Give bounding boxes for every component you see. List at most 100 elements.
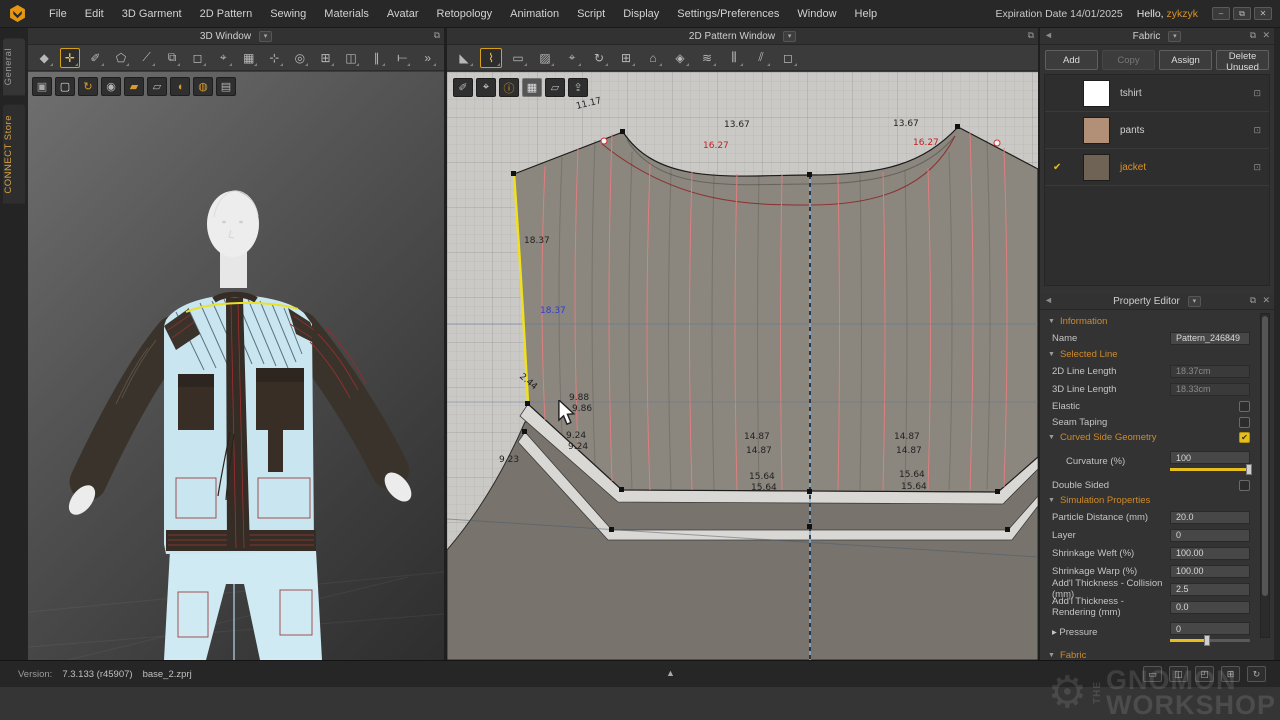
show-fabric-texture-icon[interactable]: ▰ [124,77,144,96]
checkbox-double-sided[interactable] [1239,480,1250,491]
layout-quad-icon[interactable]: ⊞ [1221,666,1240,682]
3d-window-titlebar[interactable]: 3D Window ▾ ⧉ [28,28,444,45]
2d-window-dropdown-icon[interactable]: ▾ [783,31,796,42]
3d-viewport[interactable]: ▣▢↻◉▰▱◖◍▤ [28,72,444,660]
assign-fabric-button[interactable]: Assign [1159,50,1212,70]
show-grid-icon[interactable]: ▦ [522,78,542,97]
gizmo-tool[interactable]: ◆ [34,48,55,68]
menu-display[interactable]: Display [614,0,668,28]
menu-3d-garment[interactable]: 3D Garment [113,0,191,28]
layout-avatar-icon[interactable]: ◰ [1195,666,1214,682]
scrollbar-thumb[interactable] [1262,316,1268,596]
2d-window-popout-icon[interactable]: ⧉ [1028,30,1034,41]
grid-tool[interactable]: ▦ [239,48,260,68]
fabric-close-icon[interactable]: ✕ [1262,30,1270,41]
minimize-button[interactable]: – [1212,7,1230,20]
sewing-edit-tool[interactable]: ⬠ [111,48,132,68]
show-fabric-mesh-icon[interactable]: ▱ [147,77,167,96]
menu-file[interactable]: File [40,0,76,28]
pattern-pin-icon[interactable]: ⌖ [476,78,496,97]
export-icon[interactable]: ⇪ [568,78,588,97]
close-button[interactable]: ✕ [1254,7,1272,20]
section-curved-side-geometry[interactable]: ▼Curved Side Geometry✔ [1040,430,1274,445]
stitch-tool[interactable]: ⊹ [264,48,285,68]
menu-2d-pattern[interactable]: 2D Pattern [191,0,262,28]
measure-tool[interactable]: ⟝ [392,48,413,68]
cut-and-sew-tool[interactable]: ⫽ [750,48,772,68]
hanger-tool[interactable]: ∥ [366,48,387,68]
restore-button[interactable]: ⧉ [1233,7,1251,20]
info-icon[interactable]: ⓘ [499,78,519,97]
slider-track-pressure[interactable] [1170,639,1250,642]
grading-tool[interactable]: ⊞ [615,48,637,68]
pen-3d-tool[interactable]: ✐ [85,48,106,68]
slider-handle[interactable] [1246,464,1252,475]
avatar-tool[interactable]: ⌖ [213,48,234,68]
2d-window-titlebar[interactable]: 2D Pattern Window ▾ ⧉ [447,28,1038,45]
more-tools[interactable]: » [417,48,438,68]
rotate-pattern-tool[interactable]: ↻ [588,48,610,68]
segment-sewing-tool[interactable]: ◈ [669,48,691,68]
transform-pattern-tool[interactable]: ◣ [453,48,475,68]
property-editor-close-icon[interactable]: ✕ [1262,295,1270,306]
iron-tool[interactable]: ⌂ [642,48,664,68]
property-editor-titlebar[interactable]: ◄ Property Editor ▾ ⧉ ✕ [1040,293,1274,310]
texture-edit-icon[interactable]: ✐ [453,78,473,97]
menu-script[interactable]: Script [568,0,614,28]
property-editor-popout-icon[interactable]: ⧉ [1250,295,1256,306]
menu-window[interactable]: Window [788,0,845,28]
fold-tool[interactable]: ◫ [341,48,362,68]
polygon-tool[interactable]: ▭ [507,48,529,68]
pin-icon[interactable]: ◄ [1044,295,1053,305]
show-garment-fit-icon[interactable]: ▢ [55,77,75,96]
section-simulation-properties[interactable]: ▼Simulation Properties [1040,493,1274,508]
delete-unused-fabric-button[interactable]: Delete Unused [1216,50,1269,70]
value-input-add-l-thickness-collision-mm[interactable]: 2.5 [1170,583,1250,596]
fabric-dropdown-icon[interactable]: ▾ [1168,31,1181,42]
checkbox-curved-side-geometry[interactable]: ✔ [1239,432,1250,443]
rotate-avatar-icon[interactable]: ↻ [78,77,98,96]
layout-reset-icon[interactable]: ↻ [1247,666,1266,682]
checkbox-elastic[interactable] [1239,401,1250,412]
show-pattern-tool[interactable]: ◻ [187,48,208,68]
property-editor-dropdown-icon[interactable]: ▾ [1188,296,1201,307]
menu-sewing[interactable]: Sewing [261,0,315,28]
menu-avatar[interactable]: Avatar [378,0,428,28]
show-avatar-skin-icon[interactable]: ◖ [170,77,190,96]
3d-window-dropdown-icon[interactable]: ▾ [259,31,272,42]
show-garment-tool[interactable]: ◻ [777,48,799,68]
fabric-item-jacket[interactable]: ✔jacket⊡ [1045,149,1269,186]
steam-tool[interactable]: ◎ [290,48,311,68]
fabric-save-icon[interactable]: ⊡ [1253,162,1261,173]
layout-split-icon[interactable]: ◫ [1169,666,1188,682]
menu-settings-preferences[interactable]: Settings/Preferences [668,0,788,28]
fabric-popout-icon[interactable]: ⧉ [1250,30,1256,41]
menu-edit[interactable]: Edit [76,0,113,28]
tape-measure-icon[interactable]: ▤ [216,77,236,96]
2d-pattern-canvas[interactable]: ✐⌖ⓘ▦▱⇪ 11.1713.6713.6716.2716.2718.3718.… [447,72,1038,660]
edit-pattern-tool[interactable]: ⌇ [480,48,502,68]
slider-handle[interactable] [1204,635,1210,646]
checkbox-seam-taping[interactable] [1239,417,1250,428]
show-avatar-sphere-icon[interactable]: ◍ [193,77,213,96]
arrange-points-tool[interactable]: ⧉ [162,48,183,68]
slider-track-curvature[interactable] [1170,468,1250,471]
section-selected-line[interactable]: ▼Selected Line [1040,347,1274,362]
tab-general[interactable]: General [3,38,25,95]
free-sewing-tool[interactable]: ≋ [696,48,718,68]
value-input-name[interactable]: Pattern_246849 [1170,332,1250,345]
tab-connect-store[interactable]: CONNECT Store [3,105,25,204]
pattern-thumb-icon[interactable]: ▱ [545,78,565,97]
show-3d-garment-icon[interactable]: ▣ [32,77,52,96]
rectangle-tool[interactable]: ▨ [534,48,556,68]
value-input-shrinkage-warp[interactable]: 100.00 [1170,565,1250,578]
add-fabric-button[interactable]: Add [1045,50,1098,70]
fabric-panel-titlebar[interactable]: ◄ Fabric ▾ ⧉ ✕ [1040,28,1274,45]
menu-help[interactable]: Help [846,0,887,28]
fabric-item-pants[interactable]: pants⊡ [1045,112,1269,149]
pin-tool[interactable]: ⟋ [136,48,157,68]
section-fabric[interactable]: ▼Fabric [1040,648,1274,659]
statusbar-collapse-icon[interactable]: ▲ [666,668,675,678]
pin-icon[interactable]: ◄ [1044,30,1053,40]
3d-window-popout-icon[interactable]: ⧉ [434,30,440,41]
